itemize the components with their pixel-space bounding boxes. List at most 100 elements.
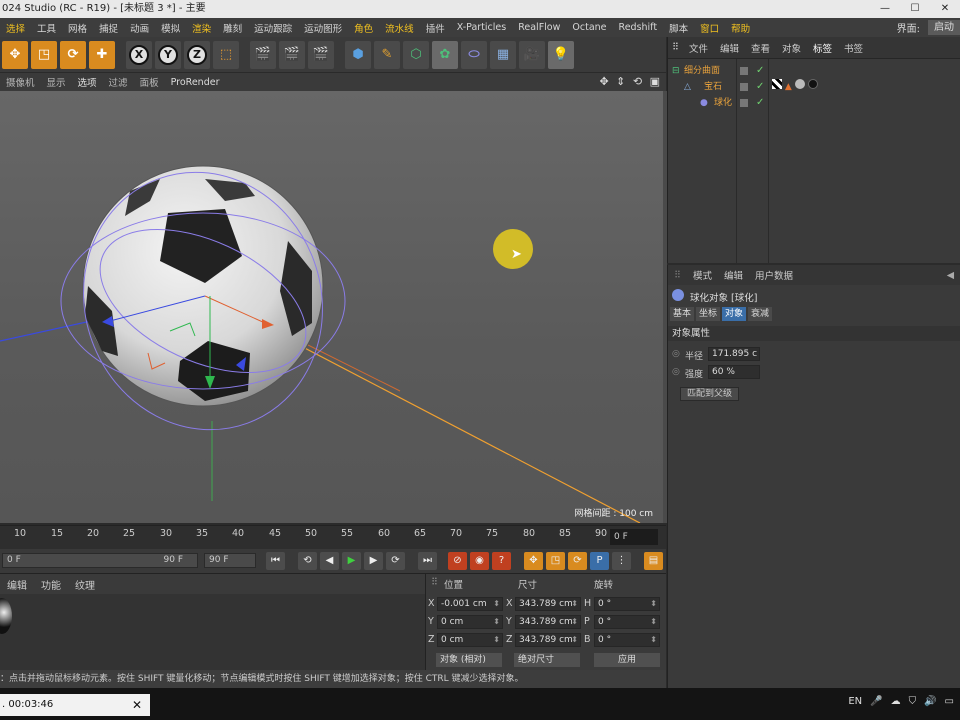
visibility-dot[interactable] [740,83,748,91]
coordinate-mode-dropdown[interactable]: 对象 (相对) [436,653,502,667]
auto-key-icon[interactable]: ◉ [470,552,489,570]
layout-dropdown[interactable]: 启动 [928,20,960,35]
render-picture-viewer-icon[interactable]: 🎬 [279,40,305,69]
next-key-icon[interactable]: ⟳ [386,552,405,570]
om-tab-tags[interactable]: 标签 [807,41,838,55]
viewport-menu-display[interactable]: 显示 [41,75,72,89]
record-keys-icon[interactable]: ⊘ [448,552,467,570]
go-to-end-icon[interactable]: ⏭ [418,552,437,570]
key-parameter-icon[interactable]: P [590,552,609,570]
viewport-menu-prorender[interactable]: ProRender [165,77,226,88]
am-tab-edit[interactable]: 编辑 [718,268,749,282]
menu-pipeline[interactable]: 流水线 [379,21,420,35]
prev-key-icon[interactable]: ⟲ [298,552,317,570]
object-row-subdivision[interactable]: ⊟ 细分曲面 ✓ [668,63,960,79]
enabled-check[interactable]: ✓ [756,63,764,79]
shield-icon[interactable]: ⛉ [909,696,917,707]
light-icon[interactable]: 💡 [548,40,574,69]
y-axis-button[interactable]: Y [155,40,181,69]
add-tool-icon[interactable]: ✚ [89,40,115,69]
enabled-check[interactable]: ✓ [756,95,764,111]
viewport-menu-options[interactable]: 选项 [72,75,103,89]
menu-select[interactable]: 选择 [0,21,31,35]
cube-icon[interactable]: ⬢ [345,40,371,69]
frame-range-slider[interactable]: 0 F 90 F [2,553,198,568]
radius-input[interactable]: 171.895 c [708,347,760,361]
object-row-gem[interactable]: △ 宝石 ✓ ▲ [668,79,960,95]
menu-animate[interactable]: 动画 [124,21,155,35]
keyframe-selection-icon[interactable]: ? [492,552,511,570]
menu-mograph[interactable]: 运动图形 [298,21,348,35]
menu-mesh[interactable]: 网格 [62,21,93,35]
floor-icon[interactable]: ▦ [490,40,516,69]
am-subtab-falloff[interactable]: 衰减 [748,307,773,321]
microphone-icon[interactable]: 🎤 [870,696,882,707]
material-tab-texture[interactable]: 纹理 [68,577,102,592]
play-icon[interactable]: ▶ [342,552,361,570]
rotate-tool-icon[interactable]: ⟳ [60,40,86,69]
go-to-start-icon[interactable]: ⏮ [266,552,285,570]
viewport-menu-panel[interactable]: 面板 [134,75,165,89]
camera-icon[interactable]: 🎥 [519,40,545,69]
material-tab-function[interactable]: 功能 [34,577,68,592]
menu-plugins[interactable]: 插件 [420,21,451,35]
key-scale-icon[interactable]: ◳ [546,552,565,570]
viewport-menu-camera[interactable]: 摄像机 [0,75,41,89]
size-y-input[interactable]: 343.789 cm [515,615,581,629]
rot-h-input[interactable]: 0 ° [594,597,660,611]
timeline-ruler[interactable]: 10 15 20 25 30 35 40 45 50 55 60 65 70 7… [0,525,666,549]
size-mode-dropdown[interactable]: 绝对尺寸 [514,653,580,667]
z-axis-button[interactable]: Z [184,40,210,69]
menu-render[interactable]: 渲染 [186,21,217,35]
apply-button[interactable]: 应用 [594,653,660,667]
material-swatch[interactable] [0,598,12,634]
fit-to-parent-button[interactable]: 匹配到父级 [680,387,740,401]
cloner-icon[interactable]: ✿ [432,40,458,69]
menu-sculpt[interactable]: 雕刻 [217,21,248,35]
maximize-button[interactable]: ☐ [900,0,930,18]
cloud-icon[interactable]: ☁ [891,696,901,707]
menu-help[interactable]: 帮助 [725,21,756,35]
menu-simulate[interactable]: 模拟 [155,21,186,35]
deformer-icon[interactable]: ⬭ [461,40,487,69]
timer-close-icon[interactable]: ✕ [132,694,142,716]
x-axis-button[interactable]: X [126,40,152,69]
render-settings-icon[interactable]: 🎬 [308,40,334,69]
material-tags[interactable]: ▲ [772,79,818,95]
am-subtab-object[interactable]: 对象 [722,307,747,321]
viewport-nav-icons[interactable]: ✥ ⇕ ⟲ ▣ [599,75,662,88]
coordinate-system-icon[interactable]: ⬚ [213,40,239,69]
close-button[interactable]: ✕ [930,0,960,18]
am-subtab-coord[interactable]: 坐标 [696,307,721,321]
menu-redshift[interactable]: Redshift [613,22,664,33]
move-tool-icon[interactable]: ✥ [2,40,28,69]
viewport-menu-filter[interactable]: 过滤 [103,75,134,89]
radius-anim-icon[interactable]: ◎ [672,349,680,359]
om-tab-object[interactable]: 对象 [776,41,807,55]
material-tag-black-icon[interactable] [807,79,818,89]
pos-y-input[interactable]: 0 cm [437,615,503,629]
am-subtab-basic[interactable]: 基本 [670,307,695,321]
menu-realflow[interactable]: RealFlow [512,22,566,33]
om-tab-bookmarks[interactable]: 书签 [838,41,869,55]
menu-motion-tracking[interactable]: 运动跟踪 [248,21,298,35]
strength-anim-icon[interactable]: ◎ [672,367,680,377]
material-tag-white-icon[interactable] [794,79,805,89]
menu-octane[interactable]: Octane [566,22,612,33]
key-position-icon[interactable]: ✥ [524,552,543,570]
menu-x-particles[interactable]: X-Particles [451,22,513,33]
notification-icon[interactable]: ▭ [945,696,954,707]
menu-window[interactable]: 窗口 [694,21,725,35]
uvw-tag-icon[interactable] [772,79,782,89]
strength-input[interactable]: 60 % [708,365,760,379]
minimize-button[interactable]: — [870,0,900,18]
back-arrow-icon[interactable]: ◀ [941,270,960,281]
language-indicator[interactable]: EN [848,696,862,707]
rot-p-input[interactable]: 0 ° [594,615,660,629]
volume-icon[interactable]: 🔊 [924,696,936,707]
material-tab-edit[interactable]: 编辑 [0,577,34,592]
3d-viewport[interactable]: 网格间距 : 100 cm [0,91,663,523]
am-tab-userdata[interactable]: 用户数据 [749,268,799,282]
visibility-dot[interactable] [740,67,748,75]
pos-x-input[interactable]: -0.001 cm [437,597,503,611]
